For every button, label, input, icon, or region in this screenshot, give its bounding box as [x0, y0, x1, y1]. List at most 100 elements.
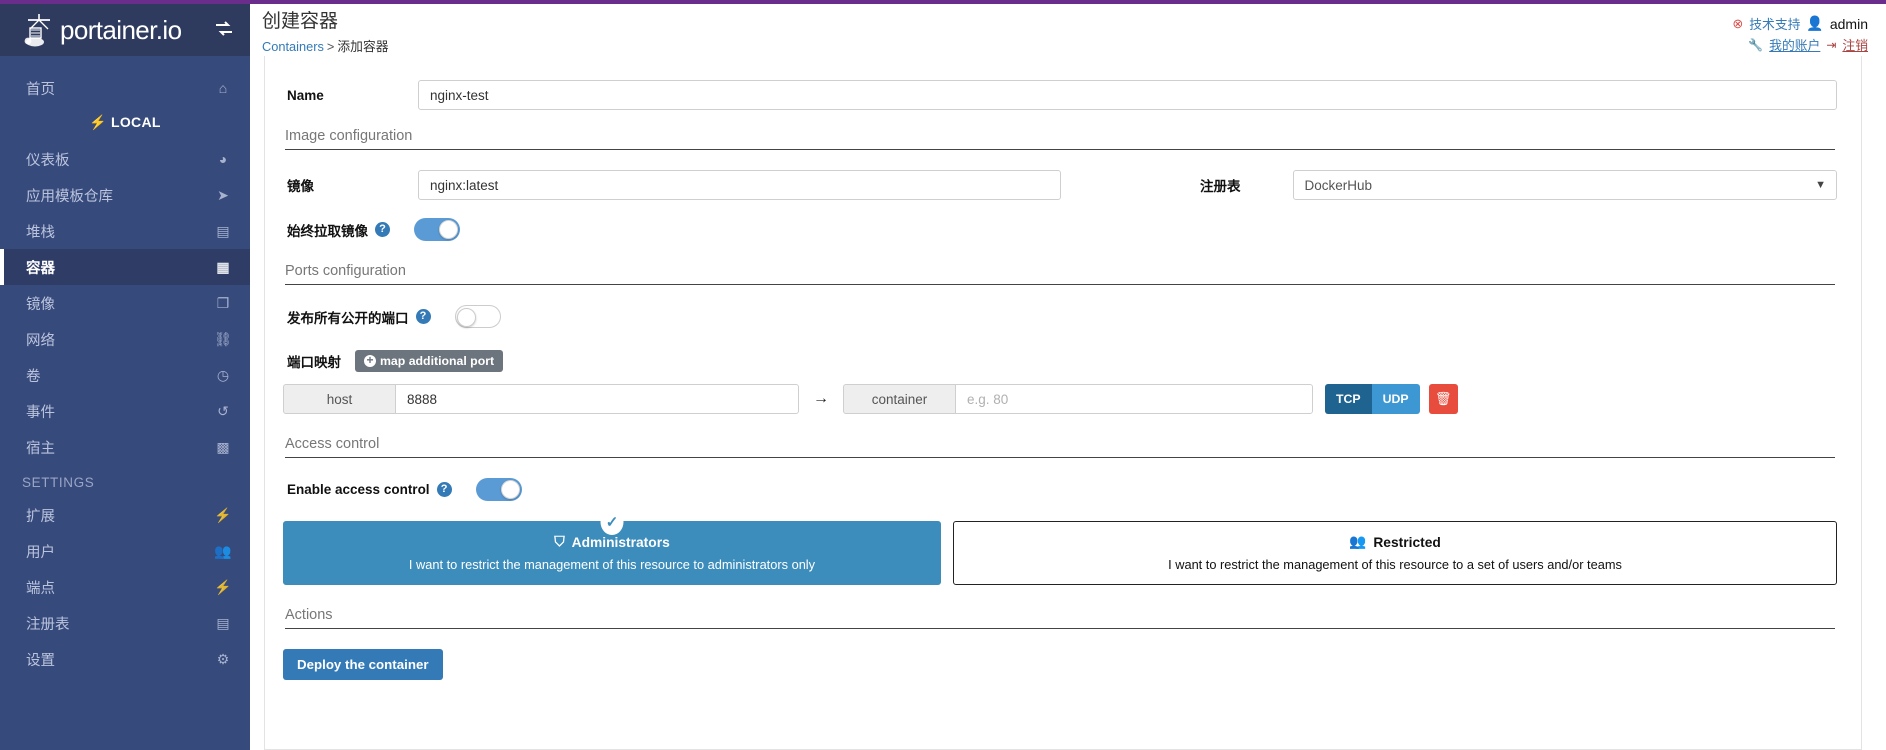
sidebar-item-label: 容器 — [26, 260, 55, 277]
sidebar-item-networks[interactable]: 网络 ⛓ — [0, 321, 250, 357]
enable-access-control-toggle[interactable] — [475, 478, 522, 501]
toggle-knob — [456, 308, 476, 327]
shield-icon: ⛉ — [554, 534, 565, 549]
sidebar-item-label: 网络 — [26, 332, 55, 349]
sidebar-item-label: 端点 — [26, 580, 55, 597]
sidebar-item-containers[interactable]: 容器 ▦ — [0, 249, 250, 285]
breadcrumb-current: 添加容器 — [337, 38, 389, 54]
sidebar-item-label: 镜像 — [26, 296, 55, 313]
sidebar-item-dashboard[interactable]: 仪表板 ◕ — [0, 141, 250, 177]
toggle-knob — [439, 220, 458, 239]
sidebar-item-settings[interactable]: 设置 ⚙ — [0, 641, 250, 677]
always-pull-row: 始终拉取镜像 ? — [283, 218, 1837, 241]
enable-access-control-row: Enable access control ? — [283, 478, 1837, 501]
publish-all-toggle[interactable] — [454, 305, 501, 328]
enable-access-control-label: Enable access control — [287, 482, 430, 497]
toggle-knob — [500, 480, 520, 499]
sidebar-item-label: 设置 — [26, 652, 55, 669]
wrench-icon: 🔧 — [1748, 37, 1764, 52]
protocol-udp-button[interactable]: UDP — [1371, 384, 1420, 414]
map-additional-port-label: map additional port — [380, 354, 495, 368]
map-additional-port-button[interactable]: + map additional port — [355, 350, 504, 372]
sidebar-toggle-icon[interactable] — [215, 21, 234, 39]
support-link[interactable]: 技术支持 — [1749, 14, 1800, 33]
header-user-area: ⊗ 技术支持 👤 admin 🔧 我的账户 ⇥ 注销 — [1732, 11, 1868, 54]
logout-link[interactable]: 注销 — [1842, 35, 1868, 54]
settings-gear-icon: ⚙ — [216, 650, 230, 667]
page-title: 创建容器 — [262, 11, 339, 32]
access-card-title: 👥 Restricted — [1349, 534, 1441, 550]
protocol-tcp-button[interactable]: TCP — [1325, 384, 1372, 414]
ports-configuration-section-title: Ports configuration — [285, 263, 1835, 285]
always-pull-toggle[interactable] — [414, 218, 460, 241]
enable-access-label-wrap: Enable access control ? — [283, 482, 452, 497]
sidebar-item-extensions[interactable]: 扩展 ⚡ — [0, 497, 250, 533]
sidebar-item-registries[interactable]: 注册表 ▤ — [0, 605, 250, 641]
access-card-title: ⛉ Administrators — [554, 534, 670, 550]
sidebar-item-label: 扩展 — [26, 508, 55, 525]
sidebar-item-users[interactable]: 用户 👥 — [0, 533, 250, 569]
container-port-input[interactable] — [955, 384, 1313, 414]
actions-wrap: Actions Deploy the container — [283, 607, 1837, 680]
access-card-administrators[interactable]: ✓ ⛉ Administrators I want to restrict th… — [283, 509, 941, 585]
user-name: admin — [1829, 15, 1868, 32]
lifering-icon: ⊗ — [1732, 15, 1744, 31]
endpoints-icon: ⚡ — [214, 578, 232, 595]
host-port-group: host — [283, 384, 799, 414]
trash-icon: 🗑 — [1434, 391, 1452, 406]
sidebar-item-label: 宿主 — [26, 440, 55, 457]
sidebar-item-home[interactable]: 首页 ⌂ — [0, 70, 250, 106]
publish-all-label: 发布所有公开的端口 — [287, 310, 409, 326]
help-icon[interactable]: ? — [415, 309, 431, 324]
dashboard-icon: ◕ — [218, 151, 228, 167]
deploy-container-button[interactable]: Deploy the container — [283, 649, 443, 680]
users-group-icon: 👥 — [1349, 534, 1367, 549]
host-port-input[interactable] — [395, 384, 799, 414]
environment-name: LOCAL — [111, 114, 161, 130]
users-icon: 👥 — [214, 542, 232, 559]
sidebar-item-label: 堆栈 — [26, 224, 55, 241]
delete-port-mapping-button[interactable]: 🗑 — [1428, 384, 1458, 414]
access-card-title-label: Restricted — [1373, 534, 1441, 550]
sidebar-item-stacks[interactable]: 堆栈 ▤ — [0, 213, 250, 249]
content-area: Name Image configuration 镜像 注册表 DockerHu… — [250, 56, 1886, 750]
sidebar-item-label: 用户 — [26, 544, 55, 561]
breadcrumb-link-containers[interactable]: Containers — [262, 39, 324, 54]
arrow-right-icon: → — [813, 390, 829, 407]
access-control-cards: ✓ ⛉ Administrators I want to restrict th… — [283, 509, 1837, 585]
access-card-subtitle: I want to restrict the management of thi… — [408, 557, 816, 572]
page-header: 创建容器 Containers > 添加容器 ⊗ 技术支持 👤 admin 🔧 我的… — [250, 4, 1886, 56]
sidebar-item-host[interactable]: 宿主 ▩ — [0, 429, 250, 465]
help-icon[interactable]: ? — [436, 482, 452, 497]
help-icon[interactable]: ? — [375, 222, 390, 237]
registry-select[interactable]: DockerHub — [1292, 170, 1837, 200]
environment-title: ⚡ LOCAL — [0, 106, 250, 141]
breadcrumb: Containers > 添加容器 — [262, 36, 389, 55]
sidebar-settings-title: SETTINGS — [22, 475, 95, 490]
sidebar-item-label: 卷 — [26, 368, 41, 385]
actions-section-title: Actions — [285, 607, 1835, 629]
portainer-logo-icon — [22, 12, 56, 48]
access-card-restricted[interactable]: 👥 Restricted I want to restrict the mana… — [953, 521, 1837, 585]
host-addon-label: host — [283, 384, 395, 414]
image-input[interactable] — [418, 170, 1061, 200]
images-icon: ❐ — [216, 294, 230, 311]
image-row: 镜像 注册表 DockerHub ▼ — [283, 170, 1837, 200]
containers-icon: ▦ — [216, 258, 230, 275]
sidebar-item-events[interactable]: 事件 ↺ — [0, 393, 250, 429]
user-avatar-icon: 👤 — [1806, 15, 1824, 31]
publish-all-label-wrap: 发布所有公开的端口 ? — [283, 307, 431, 327]
my-account-link[interactable]: 我的账户 — [1769, 35, 1820, 54]
container-name-input[interactable] — [418, 80, 1837, 110]
sidebar-item-app-templates[interactable]: 应用模板仓库 ➤ — [0, 177, 250, 213]
port-mapping-header-row: 端口映射 + map additional port — [283, 350, 1837, 372]
sidebar-item-volumes[interactable]: 卷 ◷ — [0, 357, 250, 393]
sidebar: portainer.io 首页 ⌂ ⚡ LOCAL 仪表板 ◕ 应用模板仓库 ➤… — [0, 4, 250, 750]
sidebar-item-endpoints[interactable]: 端点 ⚡ — [0, 569, 250, 605]
sidebar-item-label: 应用模板仓库 — [26, 188, 113, 205]
home-icon: ⌂ — [218, 80, 228, 96]
access-card-subtitle: I want to restrict the management of thi… — [1168, 557, 1622, 572]
container-addon-label: container — [843, 384, 955, 414]
sidebar-item-images[interactable]: 镜像 ❐ — [0, 285, 250, 321]
access-card-title-label: Administrators — [571, 534, 670, 550]
